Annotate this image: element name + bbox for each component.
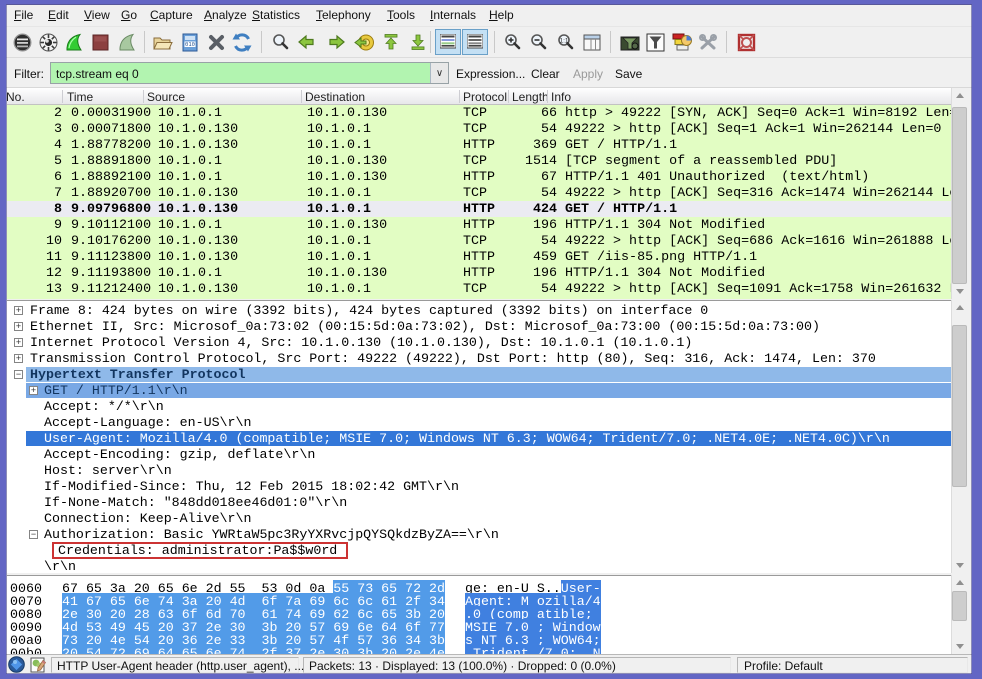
svg-text:1:1: 1:1 — [559, 38, 568, 45]
svg-text:010: 010 — [185, 42, 195, 48]
